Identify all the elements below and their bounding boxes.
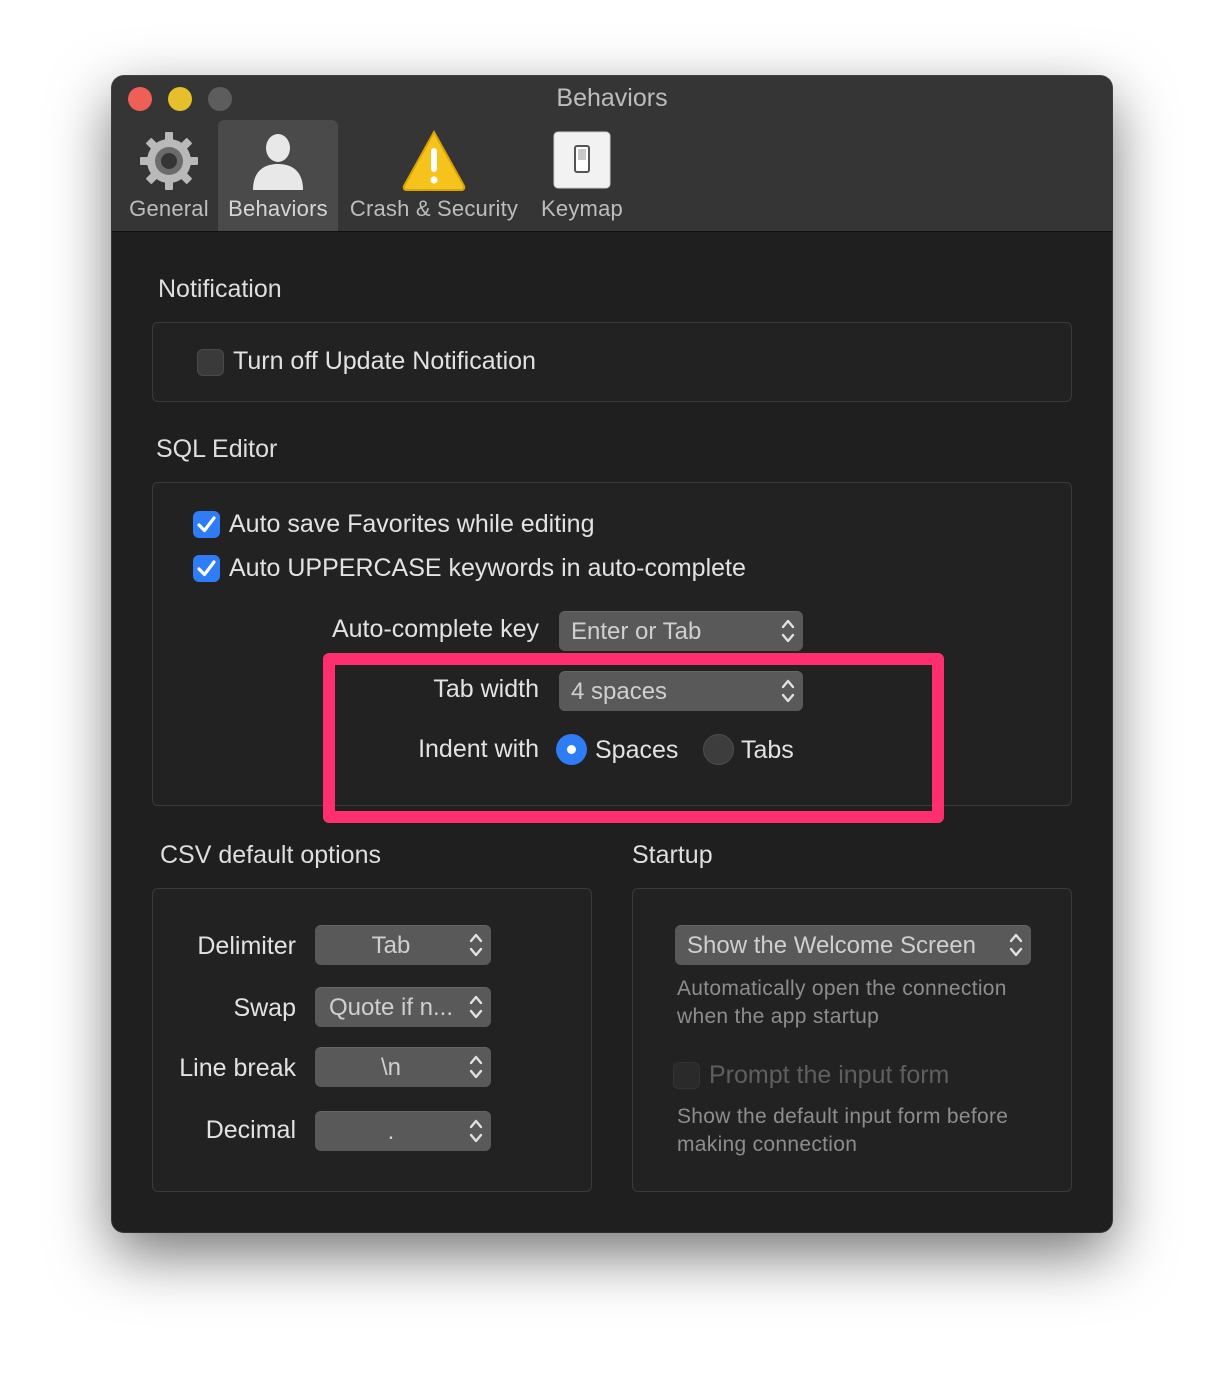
tab-width-value: 4 spaces — [571, 678, 668, 705]
decimal-label: Decimal — [205, 1116, 296, 1144]
chevron-updown-icon — [781, 619, 795, 643]
indent-spaces-radio[interactable] — [556, 734, 587, 765]
csv-title: CSV default options — [160, 841, 381, 869]
prompt-input-label[interactable]: Prompt the input form — [709, 1061, 949, 1090]
decimal-popup[interactable]: . — [315, 1111, 491, 1151]
turn-off-update-checkbox[interactable] — [197, 349, 224, 376]
startup-mode-popup[interactable]: Show the Welcome Screen — [675, 925, 1031, 965]
tab-general[interactable]: General — [124, 120, 214, 231]
chevron-updown-icon — [469, 1055, 483, 1079]
startup-mode-hint: Automatically open the connection when t… — [677, 977, 1007, 1028]
window-title: Behaviors — [556, 84, 668, 112]
indent-spaces-label[interactable]: Spaces — [595, 736, 678, 765]
warning-icon — [402, 129, 466, 191]
swap-label: Swap — [233, 994, 296, 1022]
swap-popup[interactable]: Quote if n... — [315, 987, 491, 1027]
line-break-label: Line break — [179, 1054, 296, 1082]
tab-keymap[interactable]: Keymap — [532, 120, 632, 231]
delimiter-label: Delimiter — [197, 932, 296, 960]
tab-crash-security-label: Crash & Security — [349, 196, 519, 221]
tab-general-label: General — [129, 196, 209, 221]
tab-keymap-label: Keymap — [541, 196, 623, 221]
autocomplete-key-popup[interactable]: Enter or Tab — [559, 611, 803, 651]
tab-behaviors[interactable]: Behaviors — [218, 120, 338, 231]
sql-editor-title: SQL Editor — [156, 435, 278, 463]
startup-title: Startup — [632, 841, 713, 869]
chevron-updown-icon — [469, 1119, 483, 1143]
auto-uppercase-label[interactable]: Auto UPPERCASE keywords in auto-complete — [229, 554, 746, 583]
tab-width-label: Tab width — [433, 675, 539, 703]
line-break-value: \n — [380, 1054, 401, 1081]
csv-box: Delimiter Tab Swap Quote if n... Line br… — [152, 888, 592, 1192]
prompt-input-checkbox[interactable] — [673, 1062, 700, 1089]
chevron-updown-icon — [1009, 933, 1023, 957]
chevron-updown-icon — [781, 679, 795, 703]
sql-editor-box: Auto save Favorites while editing Auto U… — [152, 482, 1072, 806]
chevron-updown-icon — [469, 995, 483, 1019]
person-icon — [253, 134, 303, 190]
indent-tabs-radio[interactable] — [703, 734, 734, 765]
gear-icon — [140, 132, 198, 190]
line-break-popup[interactable]: \n — [315, 1047, 491, 1087]
decimal-value: . — [387, 1118, 395, 1145]
chevron-updown-icon — [469, 933, 483, 957]
preferences-window: Behaviors General Behaviors Crash & Secu… — [112, 76, 1112, 1232]
titlebar: Behaviors General Behaviors Crash & Secu… — [112, 76, 1112, 232]
auto-save-favorites-checkbox[interactable] — [193, 511, 220, 538]
switch-icon — [553, 131, 611, 189]
turn-off-update-label[interactable]: Turn off Update Notification — [233, 347, 536, 376]
indent-tabs-label[interactable]: Tabs — [741, 736, 794, 765]
delimiter-popup[interactable]: Tab — [315, 925, 491, 965]
tab-crash-security[interactable]: Crash & Security — [342, 120, 526, 231]
autocomplete-key-label: Auto-complete key — [331, 615, 539, 643]
auto-uppercase-checkbox[interactable] — [193, 555, 220, 582]
notification-box: Turn off Update Notification — [152, 322, 1072, 402]
tab-width-popup[interactable]: 4 spaces — [559, 671, 803, 711]
notification-title: Notification — [158, 275, 282, 303]
autocomplete-key-value: Enter or Tab — [571, 618, 702, 645]
auto-save-favorites-label[interactable]: Auto save Favorites while editing — [229, 510, 594, 539]
indent-with-label: Indent with — [418, 735, 539, 763]
prompt-input-hint: Show the default input form before makin… — [677, 1105, 1009, 1156]
startup-mode-value: Show the Welcome Screen — [687, 932, 977, 959]
startup-box: Show the Welcome Screen Automatically op… — [632, 888, 1072, 1192]
tab-behaviors-label: Behaviors — [228, 196, 328, 221]
delimiter-value: Tab — [371, 932, 411, 959]
swap-value: Quote if n... — [328, 994, 454, 1021]
